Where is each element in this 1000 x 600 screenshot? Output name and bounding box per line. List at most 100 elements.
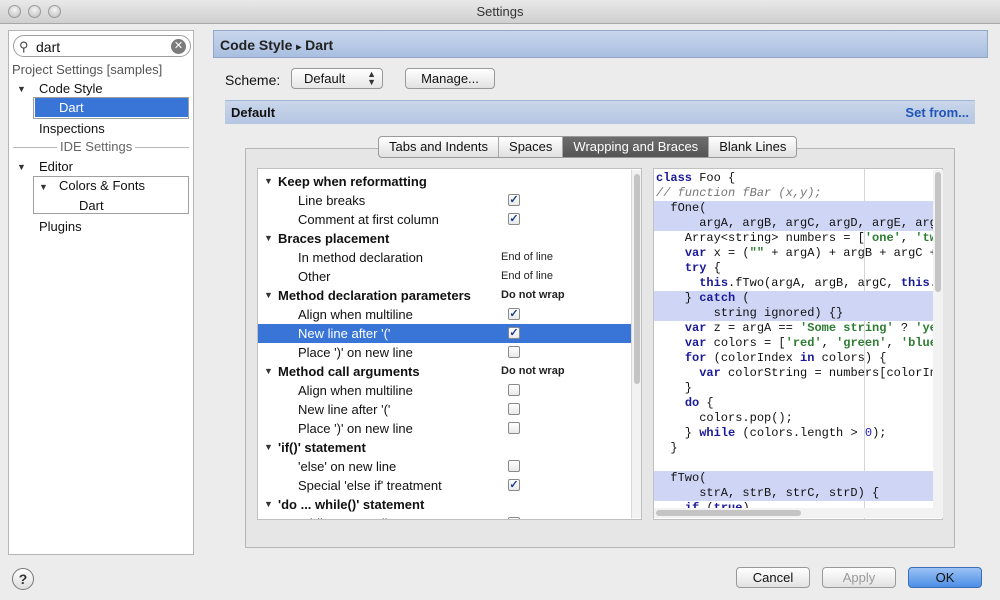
option-label: Align when multiline bbox=[298, 307, 413, 322]
tab-blank-lines[interactable]: Blank Lines bbox=[709, 137, 796, 157]
clear-search-icon[interactable]: ✕ bbox=[171, 39, 186, 54]
option-checkbox[interactable] bbox=[508, 460, 520, 472]
code-line: fOne( bbox=[654, 201, 942, 216]
option-row[interactable]: 'else' on new line bbox=[258, 457, 641, 476]
code-line: this.fTwo(argA, argB, argC, this.f bbox=[699, 276, 942, 290]
option-label: Line breaks bbox=[298, 193, 366, 208]
code-line: var colorString = numbers[colorInd bbox=[699, 366, 943, 380]
option-checkbox[interactable]: ✓ bbox=[508, 479, 520, 491]
option-label: Place ')' on new line bbox=[298, 345, 413, 360]
code-line: do { bbox=[684, 396, 714, 410]
option-label: Braces placement bbox=[278, 231, 390, 246]
option-row[interactable]: Special 'else if' treatment ✓ bbox=[258, 476, 641, 495]
option-row[interactable]: New line after '(' ✓ bbox=[258, 324, 641, 343]
colors-fonts-disclosure-icon[interactable]: ▼ bbox=[39, 182, 48, 192]
option-checkbox[interactable] bbox=[508, 384, 520, 396]
option-row[interactable]: 'while' on new line bbox=[258, 514, 641, 519]
option-checkbox[interactable] bbox=[508, 422, 520, 434]
settings-tree: ⚲ dart ✕ Project Settings [samples] ▼ Co… bbox=[8, 30, 194, 555]
option-checkbox[interactable] bbox=[508, 346, 520, 358]
preview-horizontal-scrollbar[interactable] bbox=[654, 508, 933, 518]
tree-item-editor[interactable]: Editor bbox=[39, 159, 73, 174]
settings-content: Code Style ▸ Dart Scheme: Default ▲ ▼ Man… bbox=[213, 30, 988, 555]
section-disclosure-icon[interactable]: ▼ bbox=[264, 366, 273, 376]
option-value[interactable]: Do not wrap bbox=[501, 365, 565, 377]
tab-spaces[interactable]: Spaces bbox=[499, 137, 564, 157]
option-label: Method call arguments bbox=[278, 364, 420, 379]
option-section[interactable]: ▼ 'if()' statement bbox=[258, 438, 641, 457]
tree-item-code-style[interactable]: Code Style bbox=[39, 81, 103, 96]
code-line: } bbox=[656, 381, 693, 395]
option-value[interactable]: Do not wrap bbox=[501, 289, 565, 301]
option-row[interactable]: Other End of line bbox=[258, 267, 641, 286]
code-line: // function fBar (x,y); bbox=[656, 186, 822, 200]
option-checkbox[interactable]: ✓ bbox=[508, 213, 520, 225]
option-checkbox[interactable]: ✓ bbox=[508, 327, 520, 339]
tree-item-colors-fonts[interactable]: Colors & Fonts bbox=[59, 178, 145, 193]
option-label: 'do ... while()' statement bbox=[278, 497, 425, 512]
option-value[interactable]: End of line bbox=[501, 270, 553, 282]
option-label: 'while' on new line bbox=[298, 516, 402, 519]
option-label: Align when multiline bbox=[298, 383, 413, 398]
option-section[interactable]: ▼ 'do ... while()' statement bbox=[258, 495, 641, 514]
code-style-disclosure-icon[interactable]: ▼ bbox=[17, 84, 26, 94]
section-disclosure-icon[interactable]: ▼ bbox=[264, 176, 273, 186]
preview-vertical-scrollbar[interactable] bbox=[933, 170, 943, 518]
options-scroll-thumb[interactable] bbox=[634, 174, 640, 384]
option-label: New line after '(' bbox=[298, 326, 391, 341]
option-checkbox[interactable] bbox=[508, 403, 520, 415]
option-label: 'if()' statement bbox=[278, 440, 366, 455]
tree-item-dart-colors[interactable]: Dart bbox=[79, 198, 104, 213]
search-value[interactable]: dart bbox=[36, 39, 60, 55]
section-disclosure-icon[interactable]: ▼ bbox=[264, 499, 273, 509]
option-section[interactable]: ▼ Braces placement bbox=[258, 229, 641, 248]
manage-button[interactable]: Manage... bbox=[405, 68, 495, 89]
section-disclosure-icon[interactable]: ▼ bbox=[264, 290, 273, 300]
tab-wrapping-and-braces[interactable]: Wrapping and Braces bbox=[563, 137, 710, 157]
code-line: class Foo { bbox=[656, 171, 736, 185]
help-button[interactable]: ? bbox=[12, 568, 34, 590]
code-line: var colors = ['red', 'green', 'blue' bbox=[684, 336, 943, 350]
preview-vscroll-thumb[interactable] bbox=[935, 172, 941, 292]
apply-button[interactable]: Apply bbox=[822, 567, 896, 588]
search-input[interactable]: ⚲ dart ✕ bbox=[13, 35, 191, 57]
search-icon: ⚲ bbox=[19, 39, 29, 54]
tab-tabs-and-indents[interactable]: Tabs and Indents bbox=[379, 137, 500, 157]
tree-item-inspections[interactable]: Inspections bbox=[39, 121, 105, 136]
option-row[interactable]: Place ')' on new line bbox=[258, 343, 641, 362]
window-title: Settings bbox=[476, 4, 524, 19]
options-scrollbar[interactable] bbox=[631, 170, 641, 518]
section-disclosure-icon[interactable]: ▼ bbox=[264, 233, 273, 243]
editor-disclosure-icon[interactable]: ▼ bbox=[17, 162, 26, 172]
option-row[interactable]: Comment at first column ✓ bbox=[258, 210, 641, 229]
option-checkbox[interactable]: ✓ bbox=[508, 194, 520, 206]
breadcrumb-separator-icon: ▸ bbox=[296, 42, 302, 53]
tree-item-dart-code-style[interactable]: Dart bbox=[35, 98, 188, 117]
set-from-link[interactable]: Set from... bbox=[905, 105, 969, 120]
scheme-name-bar: Default Set from... bbox=[225, 100, 975, 124]
option-section[interactable]: ▼ Method call arguments Do not wrap bbox=[258, 362, 641, 381]
option-row[interactable]: Line breaks ✓ bbox=[258, 191, 641, 210]
options-list: ▼ Keep when reformatting Line breaks ✓ Comme… bbox=[257, 168, 642, 520]
option-row[interactable]: In method declaration End of line bbox=[258, 248, 641, 267]
ok-button[interactable]: OK bbox=[908, 567, 982, 588]
scheme-value: Default bbox=[304, 71, 346, 86]
option-row[interactable]: Align when multiline bbox=[258, 381, 641, 400]
option-value[interactable]: End of line bbox=[501, 251, 553, 263]
code-line: strA, strB, strC, strD) { bbox=[654, 486, 942, 501]
option-section[interactable]: ▼ Keep when reformatting bbox=[258, 172, 641, 191]
tree-item-plugins[interactable]: Plugins bbox=[39, 219, 82, 234]
scheme-select[interactable]: Default ▲ ▼ bbox=[291, 68, 383, 89]
section-disclosure-icon[interactable]: ▼ bbox=[264, 442, 273, 452]
option-checkbox[interactable]: ✓ bbox=[508, 308, 520, 320]
tab-bar: Tabs and Indents Spaces Wrapping and Bra… bbox=[378, 136, 798, 158]
option-checkbox[interactable] bbox=[508, 517, 520, 519]
cancel-button[interactable]: Cancel bbox=[736, 567, 810, 588]
preview-hscroll-thumb[interactable] bbox=[656, 510, 801, 516]
code-line: var z = argA == 'Some string' ? 'yes bbox=[684, 321, 943, 335]
option-label: Other bbox=[298, 269, 331, 284]
option-row[interactable]: Align when multiline ✓ bbox=[258, 305, 641, 324]
option-section[interactable]: ▼ Method declaration parameters Do not wra… bbox=[258, 286, 641, 305]
option-row[interactable]: Place ')' on new line bbox=[258, 419, 641, 438]
option-row[interactable]: New line after '(' bbox=[258, 400, 641, 419]
